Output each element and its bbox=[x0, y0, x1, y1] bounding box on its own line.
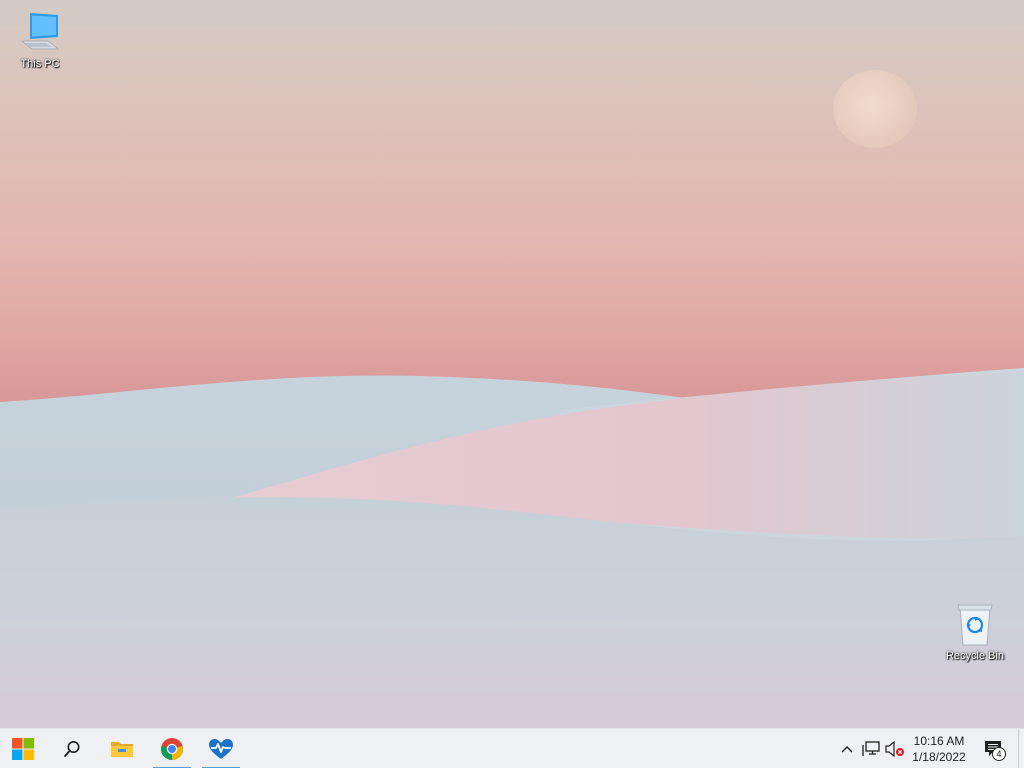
chevron-up-icon bbox=[841, 746, 853, 753]
search-icon bbox=[64, 741, 80, 757]
clock-date: 1/18/2022 bbox=[912, 750, 966, 764]
heart-pulse-icon bbox=[209, 739, 233, 759]
desktop-icon-label: Recycle Bin bbox=[945, 650, 1005, 662]
computer-icon bbox=[16, 8, 64, 56]
show-hidden-icons-button[interactable] bbox=[838, 729, 856, 768]
desktop[interactable]: This PC Recycle Bin bbox=[0, 0, 1024, 728]
folder-icon bbox=[111, 742, 133, 757]
show-desktop-button[interactable] bbox=[1018, 729, 1024, 768]
notification-count-badge: 4 bbox=[992, 747, 1006, 761]
clock[interactable]: 10:16 AM 1/18/2022 bbox=[908, 729, 970, 768]
volume-muted-icon bbox=[885, 741, 904, 757]
taskbar: 10:16 AM 1/18/2022 4 bbox=[0, 728, 1024, 768]
volume-button[interactable] bbox=[884, 729, 906, 768]
notification-center-button[interactable]: 4 bbox=[978, 729, 1008, 768]
start-button[interactable] bbox=[3, 729, 43, 768]
network-icon bbox=[862, 741, 880, 756]
desktop-icon-label: This PC bbox=[20, 58, 60, 70]
desktop-icon-recycle-bin[interactable]: Recycle Bin bbox=[937, 600, 1013, 663]
recycle-bin-icon bbox=[951, 600, 999, 648]
health-app-button[interactable] bbox=[201, 729, 241, 768]
file-explorer-button[interactable] bbox=[102, 729, 142, 768]
clock-time: 10:16 AM bbox=[913, 734, 965, 748]
moon bbox=[833, 70, 917, 148]
windows-logo-icon bbox=[12, 738, 34, 760]
search-button[interactable] bbox=[52, 729, 92, 768]
network-button[interactable] bbox=[860, 729, 882, 768]
chrome-icon bbox=[161, 738, 183, 760]
chrome-button[interactable] bbox=[152, 729, 192, 768]
desktop-icon-this-pc[interactable]: This PC bbox=[2, 8, 78, 71]
